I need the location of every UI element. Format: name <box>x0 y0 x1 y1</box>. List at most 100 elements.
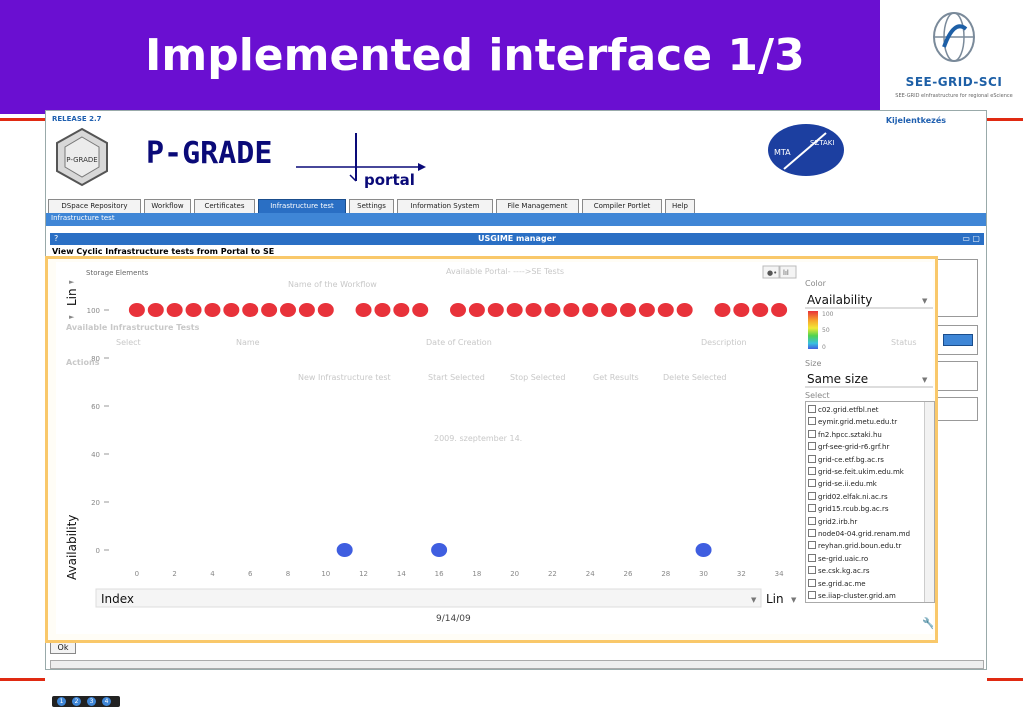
y-tick-label: 100 <box>87 307 100 315</box>
storage-element-item[interactable]: grid02.elfak.ni.ac.rs <box>808 491 926 503</box>
x-axis: 0 2 4 6 8 10 12 14 16 18 20 22 24 26 28 30 32 34 <box>135 570 784 578</box>
horizontal-scrollbar[interactable] <box>50 660 984 669</box>
storage-element-item[interactable]: grid2.irb.hr <box>808 516 926 528</box>
x-field-select[interactable] <box>95 588 762 608</box>
y-scale-select[interactable]: Lin <box>65 288 79 306</box>
svg-text:P-GRADE: P-GRADE <box>66 156 97 164</box>
data-point <box>317 303 334 317</box>
tab-workflow[interactable]: Workflow <box>144 199 191 213</box>
tab-dspace-repository[interactable]: DSpace Repository <box>48 199 141 213</box>
pager-dot[interactable]: 3 <box>87 697 96 706</box>
storage-element-item[interactable]: grf-see-grid-r6.grf.hr <box>808 441 926 453</box>
storage-element-item[interactable]: grid15.rcub.bg.ac.rs <box>808 503 926 515</box>
storage-element-label: c02.grid.etfbl.net <box>818 406 879 414</box>
size-value: Same size <box>807 372 868 386</box>
pager-dot[interactable]: 1 <box>57 697 66 706</box>
storage-element-item[interactable]: se.grid.ac.me <box>808 578 926 590</box>
tab-settings[interactable]: Settings <box>349 199 394 213</box>
storage-element-item[interactable]: grid-se.ii.edu.mk <box>808 478 926 490</box>
storage-element-item[interactable]: fn2.hpcc.sztaki.hu <box>808 429 926 441</box>
storage-element-item[interactable]: c02.grid.etfbl.net <box>808 404 926 416</box>
storage-element-item[interactable]: se.iiap-cluster.grid.am <box>808 590 926 602</box>
y-axis: 0 20 40 60 80 100 <box>87 307 109 555</box>
background-panel <box>936 259 978 317</box>
storage-element-item[interactable]: grid-ce.etf.bg.ac.rs <box>808 454 926 466</box>
tab-file-management[interactable]: File Management <box>496 199 579 213</box>
tab-infrastructure-test[interactable]: Infrastructure test <box>258 199 346 213</box>
y-tick-label: 20 <box>91 499 100 507</box>
storage-element-list[interactable]: c02.grid.etfbl.net eymir.grid.metu.edu.tr… <box>805 401 935 603</box>
tab-help[interactable]: Help <box>665 199 695 213</box>
expand-arrow-icon[interactable]: ► <box>69 278 75 286</box>
x-tick-label: 2 <box>172 570 176 578</box>
storage-element-item[interactable]: grid-se.feit.ukim.edu.mk <box>808 466 926 478</box>
tab-certificates[interactable]: Certificates <box>194 199 255 213</box>
background-panel <box>936 325 978 355</box>
checkbox[interactable] <box>808 504 816 513</box>
tab-compiler-portlet[interactable]: Compiler Portlet <box>582 199 662 213</box>
logout-link[interactable]: Kijelentkezés <box>886 116 946 125</box>
storage-element-item[interactable]: se.csk.kg.ac.rs <box>808 565 926 577</box>
x-scale-select[interactable]: Lin <box>766 592 784 606</box>
wrench-icon[interactable]: 🔧 <box>922 616 933 630</box>
background-panel <box>936 361 978 391</box>
color-scale-bar <box>808 311 818 349</box>
chevron-down-icon[interactable]: ▼ <box>791 596 797 604</box>
window-controls-icon[interactable]: ▭ ▢ <box>962 233 980 245</box>
checkbox[interactable] <box>808 541 816 550</box>
y-tick-label: 40 <box>91 451 100 459</box>
storage-element-item[interactable]: eymir.grid.metu.edu.tr <box>808 416 926 428</box>
color-scale-min: 0 <box>822 344 826 351</box>
y-tick-label: 0 <box>96 547 100 555</box>
checkbox[interactable] <box>808 566 816 575</box>
tab-information-system[interactable]: Information System <box>397 199 493 213</box>
checkbox[interactable] <box>808 454 816 463</box>
checkbox[interactable] <box>808 553 816 562</box>
checkbox[interactable] <box>808 467 816 475</box>
data-point <box>733 303 750 317</box>
data-point <box>374 303 391 317</box>
checkbox[interactable] <box>808 529 816 537</box>
color-scale-mid: 50 <box>822 327 830 334</box>
data-point <box>676 303 693 317</box>
checkbox[interactable] <box>808 442 816 451</box>
data-point <box>450 303 466 317</box>
checkbox[interactable] <box>808 479 816 488</box>
checkbox[interactable] <box>808 591 816 599</box>
pager-dot[interactable]: 2 <box>72 697 81 706</box>
chevron-down-icon[interactable]: ▼ <box>922 376 928 384</box>
storage-element-item[interactable]: reyhan.grid.boun.edu.tr <box>808 540 926 552</box>
expand-arrow-icon[interactable]: ► <box>69 313 75 321</box>
data-point <box>714 303 731 317</box>
checkbox[interactable] <box>808 417 816 426</box>
breadcrumb-bar: Infrastructure test <box>46 213 986 226</box>
storage-element-label: se.csk.kg.ac.rs <box>818 567 870 576</box>
storage-element-label: se.grid.ac.me <box>818 579 866 588</box>
x-tick-label: 26 <box>624 570 633 578</box>
chevron-down-icon[interactable]: ▼ <box>922 297 928 305</box>
checkbox[interactable] <box>808 491 816 500</box>
svg-text:lıl: lıl <box>783 269 789 277</box>
checkbox[interactable] <box>808 405 816 413</box>
x-tick-label: 18 <box>472 570 481 578</box>
portal-tabs: DSpace Repository Workflow Certificates … <box>46 199 986 213</box>
storage-element-label: grid-se.ii.edu.mk <box>818 480 877 489</box>
storage-element-item[interactable]: node04-04.grid.renam.md <box>808 528 926 540</box>
svg-text:●•: ●• <box>767 269 777 277</box>
checkbox[interactable] <box>808 429 816 438</box>
chevron-down-icon[interactable]: ▼ <box>751 596 757 604</box>
color-label: Color <box>805 279 827 288</box>
data-point <box>261 303 278 317</box>
checkbox[interactable] <box>808 578 816 587</box>
x-tick-label: 6 <box>248 570 253 578</box>
p-grade-wordmark: P-GRADE portal <box>146 133 426 189</box>
pager-dot[interactable]: 4 <box>102 697 111 706</box>
storage-element-item[interactable]: se-grid.uaic.ro <box>808 553 926 565</box>
data-point <box>487 303 504 317</box>
checkbox[interactable] <box>808 516 816 525</box>
slide-title: Implemented interface 1/3 <box>145 30 805 81</box>
data-point <box>525 303 542 317</box>
logo-text: SEE-GRID-SCI <box>905 75 1003 89</box>
x-tick-label: 28 <box>661 570 670 578</box>
storage-element-label: grid02.elfak.ni.ac.rs <box>818 492 888 501</box>
